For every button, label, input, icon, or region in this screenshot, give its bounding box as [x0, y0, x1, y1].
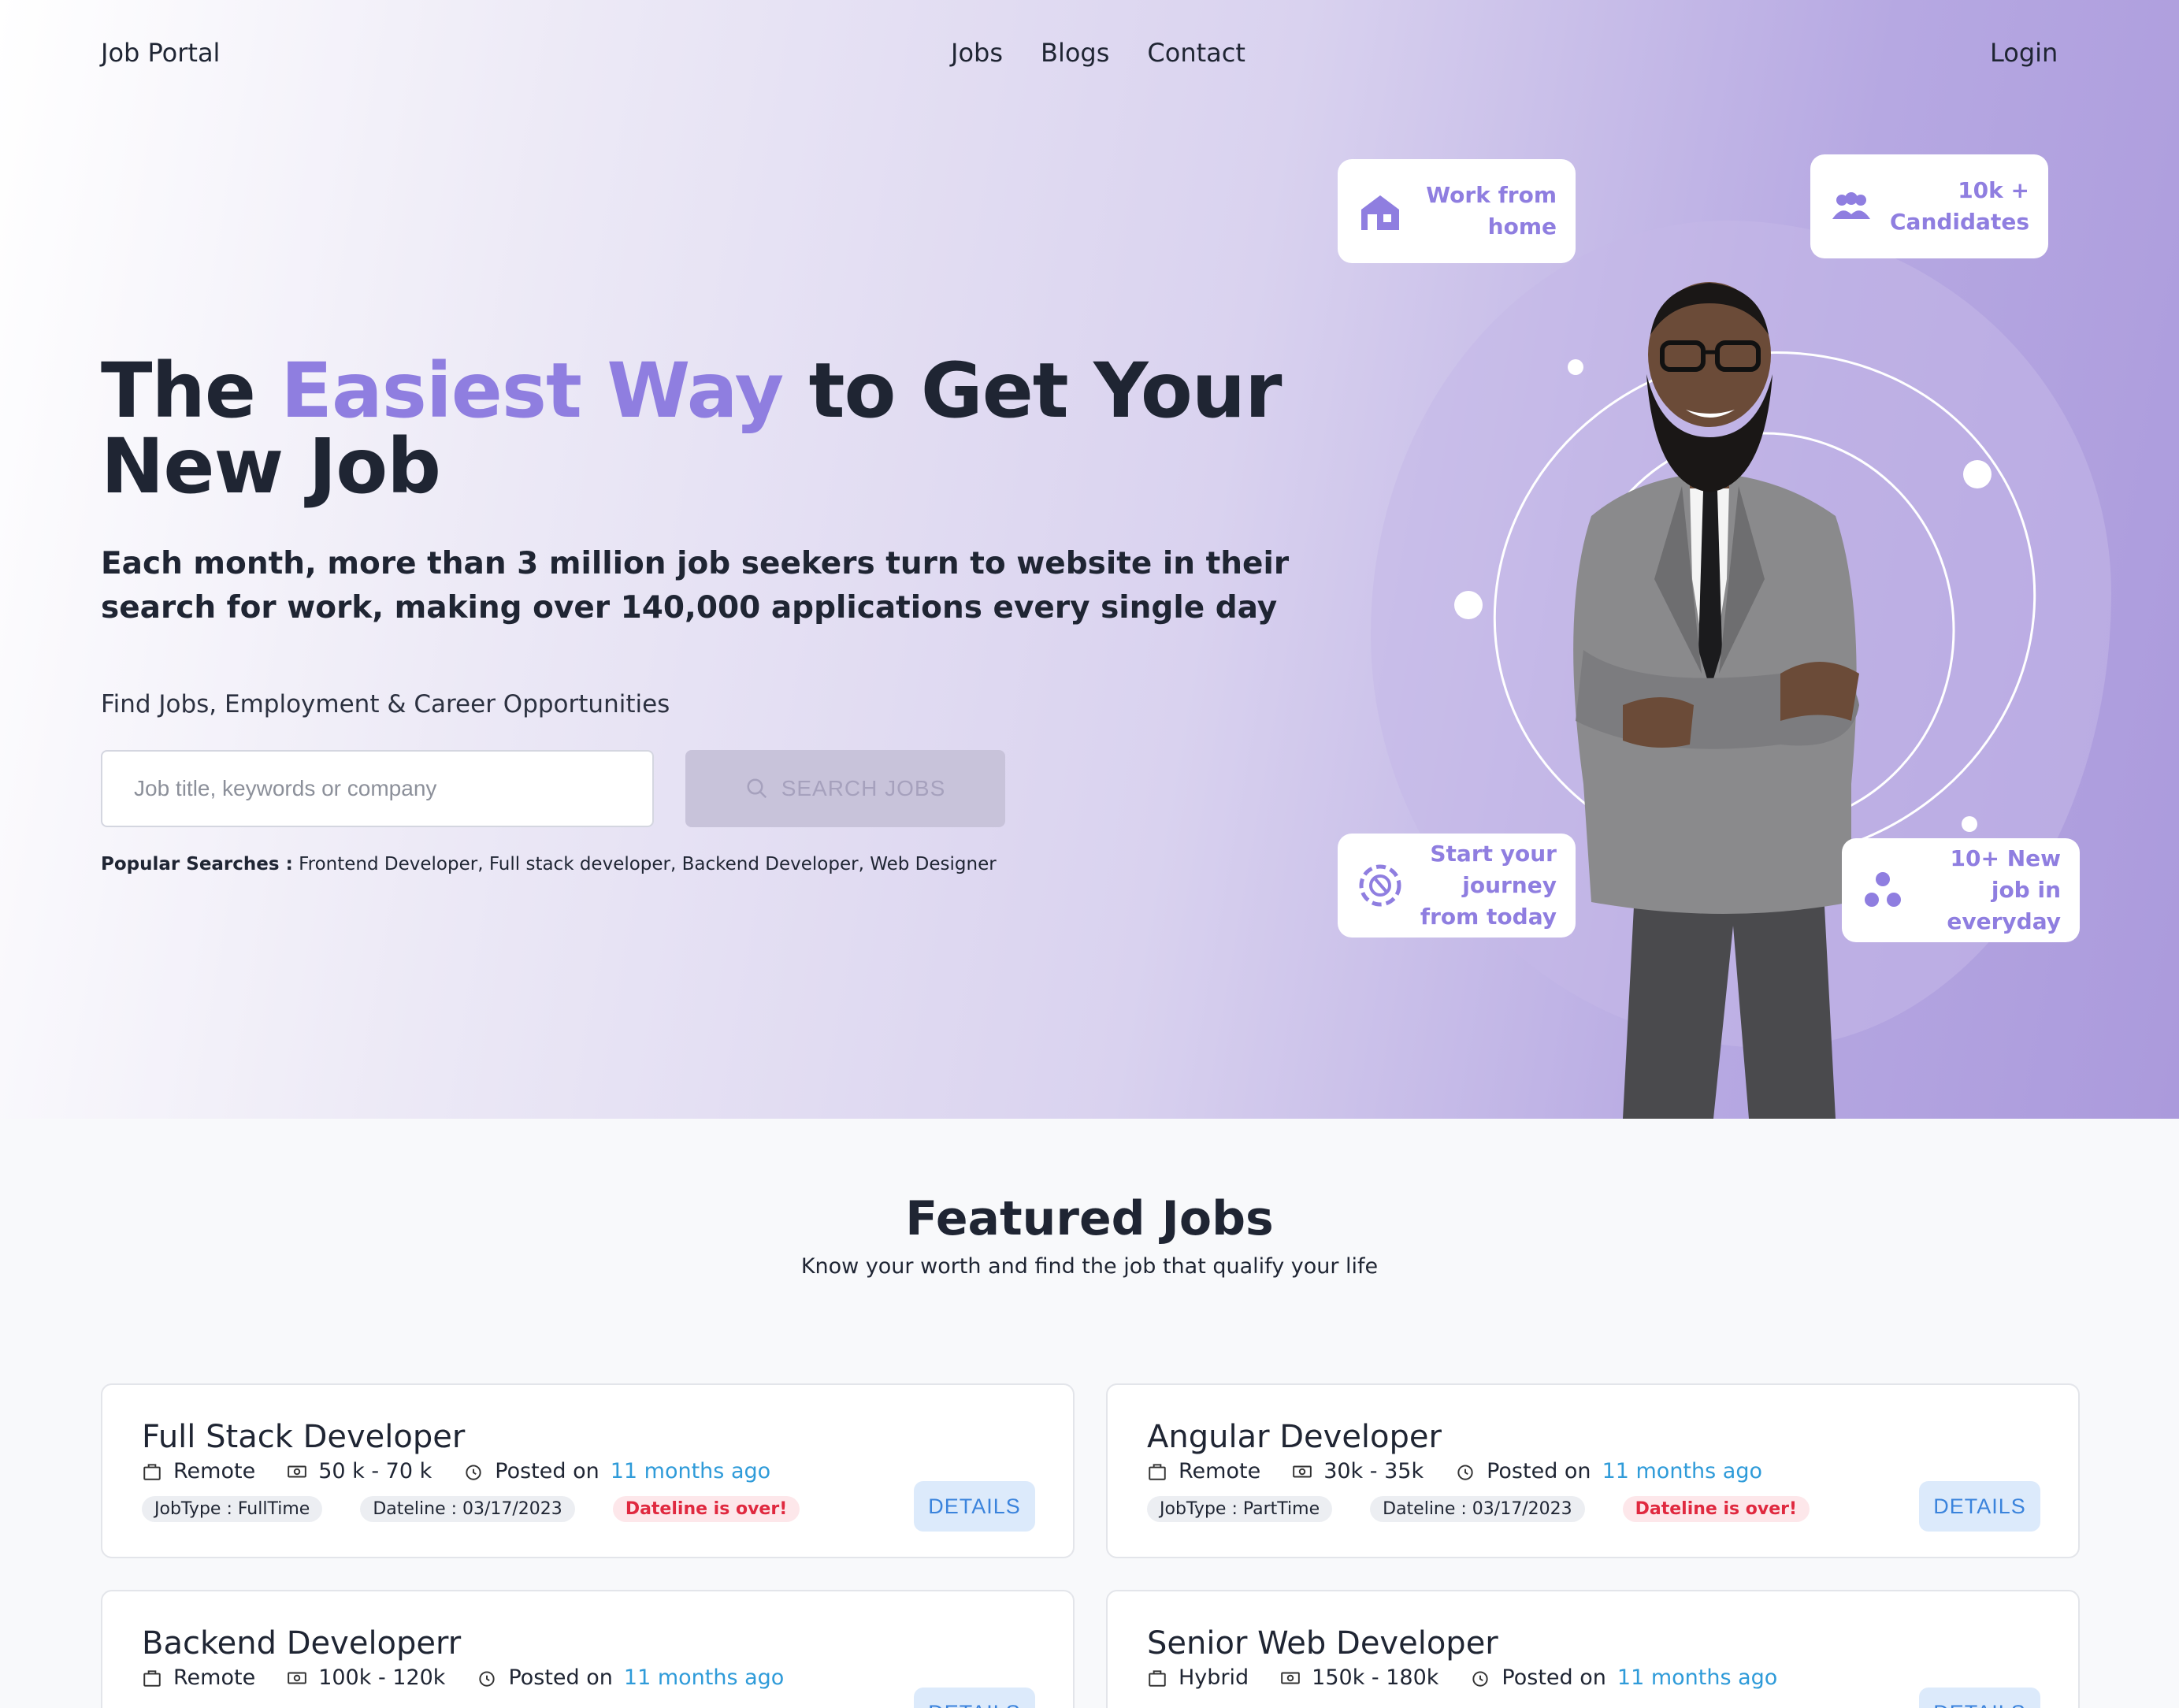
briefcase-icon [143, 1463, 161, 1480]
posted-ago: 11 months ago [1602, 1459, 1762, 1483]
posted-ago: 11 months ago [610, 1459, 771, 1483]
businessman-image [1573, 282, 1859, 1119]
new-jobs-line-3: everyday [1947, 908, 2061, 934]
job-meta: Remote 50 k - 70 k Posted on 11 months a… [142, 1459, 1034, 1483]
wfh-line-1: Work from [1426, 182, 1557, 208]
details-button[interactable]: DETAILS [914, 1481, 1035, 1532]
job-title[interactable]: Senior Web Developer [1147, 1623, 2039, 1664]
job-location: Remote [1179, 1459, 1261, 1483]
hero-headline: The Easiest Way to Get Your New Job [101, 353, 1330, 504]
clock-icon [1472, 1670, 1489, 1687]
briefcase-icon [143, 1669, 161, 1687]
card-start-journey: Start your journey from today [1338, 834, 1576, 938]
search-button-label: SEARCH JOBS [781, 776, 946, 800]
job-title[interactable]: Backend Developerr [142, 1623, 1034, 1664]
clock-icon [1457, 1464, 1473, 1480]
job-meta: Remote 100k - 120k Posted on 11 months a… [142, 1665, 1034, 1690]
briefcase-icon [1149, 1463, 1166, 1480]
job-tags: JobType : FullTime Dateline : 03/17/2023… [142, 1496, 1034, 1522]
search-icon [747, 778, 767, 799]
popular-searches: Popular Searches : Frontend Developer, F… [101, 854, 997, 874]
nav-link-jobs[interactable]: Jobs [951, 38, 1003, 68]
job-location: Remote [173, 1665, 256, 1690]
job-title[interactable]: Full Stack Developer [142, 1417, 1034, 1457]
card-new-jobs: 10+ New job in everyday [1842, 838, 2080, 942]
money-icon [1293, 1465, 1312, 1477]
start-journey-text: Start your journey from today [1420, 838, 1557, 933]
details-button[interactable]: DETAILS [914, 1688, 1035, 1708]
new-jobs-line-2: job in [1991, 877, 2061, 903]
start-line-1: Start your [1430, 841, 1557, 867]
deadline-badge: Dateline : 03/17/2023 [1370, 1496, 1585, 1522]
candidates-text: 10k + Candidates [1890, 175, 2029, 238]
posted-label: Posted on [1487, 1459, 1591, 1483]
clock-icon [466, 1464, 481, 1480]
job-card: Backend Developerr Remote 100k - 120k Po… [101, 1590, 1075, 1708]
posted-label: Posted on [508, 1665, 613, 1690]
dots-icon [1865, 872, 1901, 907]
house-icon [1361, 195, 1399, 230]
status-badge: Dateline is over! [612, 1496, 800, 1522]
job-salary: 150k - 180k [1312, 1665, 1439, 1690]
login-link[interactable]: Login [1990, 38, 2058, 68]
wfh-text: Work from home [1426, 180, 1557, 243]
money-icon [288, 1672, 306, 1684]
job-salary: 100k - 120k [318, 1665, 446, 1690]
start-line-2: journey [1462, 872, 1557, 898]
status-badge: Dateline is over! [1622, 1496, 1810, 1522]
posted-label: Posted on [495, 1459, 600, 1483]
featured-subtitle: Know your worth and find the job that qu… [800, 1254, 1379, 1279]
job-card: Senior Web Developer Hybrid 150k - 180k … [1106, 1590, 2080, 1708]
job-type-badge: JobType : PartTime [1147, 1496, 1333, 1522]
search-jobs-button[interactable]: SEARCH JOBS [685, 750, 1005, 827]
clock-icon [479, 1670, 496, 1687]
details-button[interactable]: DETAILS [1919, 1481, 2040, 1532]
nav-link-contact[interactable]: Contact [1147, 38, 1245, 68]
job-meta: Hybrid 150k - 180k Posted on 11 months a… [1147, 1665, 2039, 1690]
find-label: Find Jobs, Employment & Career Opportuni… [101, 690, 670, 718]
job-card: Angular Developer Remote 30k - 35k Poste… [1106, 1383, 2080, 1558]
main-nav: Jobs Blogs Contact [951, 38, 1245, 68]
job-location: Remote [173, 1459, 256, 1483]
job-card: Full Stack Developer Remote 50 k - 70 k … [101, 1383, 1075, 1558]
job-search-input[interactable] [101, 750, 654, 827]
hero-section: Job Portal Jobs Blogs Contact Login The … [0, 0, 2179, 1119]
wfh-line-2: home [1487, 214, 1557, 239]
money-icon [1281, 1672, 1300, 1684]
job-tags: JobType : PartTime Dateline : 03/17/2023… [1147, 1496, 2039, 1522]
posted-ago: 11 months ago [623, 1665, 785, 1690]
new-jobs-line-1: 10+ New [1950, 845, 2061, 871]
job-salary: 50 k - 70 k [318, 1459, 432, 1483]
job-title[interactable]: Angular Developer [1147, 1417, 2039, 1457]
people-icon [1832, 192, 1870, 219]
job-type-badge: JobType : FullTime [142, 1496, 323, 1522]
nav-link-blogs[interactable]: Blogs [1041, 38, 1109, 68]
job-location: Hybrid [1179, 1665, 1249, 1690]
new-jobs-text: 10+ New job in everyday [1947, 843, 2061, 938]
details-button[interactable]: DETAILS [1919, 1688, 2040, 1708]
card-candidates: 10k + Candidates [1810, 154, 2048, 258]
candidates-line-1: 10k + [1958, 177, 2029, 203]
compass-icon [1359, 864, 1401, 907]
featured-title: Featured Jobs [905, 1191, 1274, 1246]
hero-subhead: Each month, more than 3 million job seek… [101, 546, 1290, 626]
popular-label: Popular Searches : [101, 854, 293, 874]
start-line-3: from today [1420, 904, 1557, 930]
card-work-from-home: Work from home [1338, 159, 1576, 263]
job-meta: Remote 30k - 35k Posted on 11 months ago [1147, 1459, 2039, 1483]
deadline-badge: Dateline : 03/17/2023 [360, 1496, 575, 1522]
candidates-line-2: Candidates [1890, 209, 2029, 235]
popular-items[interactable]: Frontend Developer, Full stack developer… [293, 854, 997, 874]
money-icon [288, 1465, 306, 1477]
posted-ago: 11 months ago [1617, 1665, 1778, 1690]
brand-logo[interactable]: Job Portal [101, 38, 220, 68]
job-salary: 30k - 35k [1323, 1459, 1424, 1483]
posted-label: Posted on [1502, 1665, 1606, 1690]
briefcase-icon [1149, 1669, 1166, 1687]
